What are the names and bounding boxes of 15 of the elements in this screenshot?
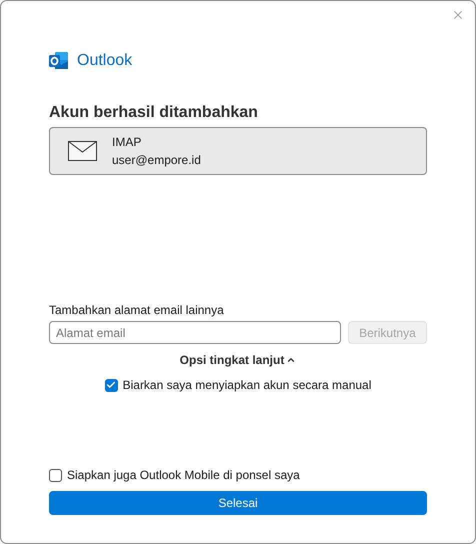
app-name: Outlook [77, 51, 132, 71]
checkbox-label: Siapkan juga Outlook Mobile di ponsel saya [67, 467, 300, 484]
caret-icon [286, 355, 296, 365]
account-email: user@empore.id [112, 153, 201, 167]
checkbox[interactable] [49, 468, 62, 482]
envelope-icon [68, 141, 97, 161]
outlook-logo-icon [49, 51, 69, 71]
email-field[interactable]: Alamat email [49, 321, 341, 344]
checkbox-label: Biarkan saya menyiapkan akun secara manual [122, 377, 372, 394]
checkbox[interactable] [104, 378, 118, 392]
field-label: Tambahkan alamat email lainnya [49, 303, 225, 318]
heading: Akun berhasil ditambahkan [49, 103, 259, 123]
finish-button[interactable]: Selesai [49, 491, 427, 515]
account-type: IMAP [112, 135, 142, 149]
advanced-options-toggle[interactable]: Opsi tingkat lanjut [180, 351, 296, 369]
